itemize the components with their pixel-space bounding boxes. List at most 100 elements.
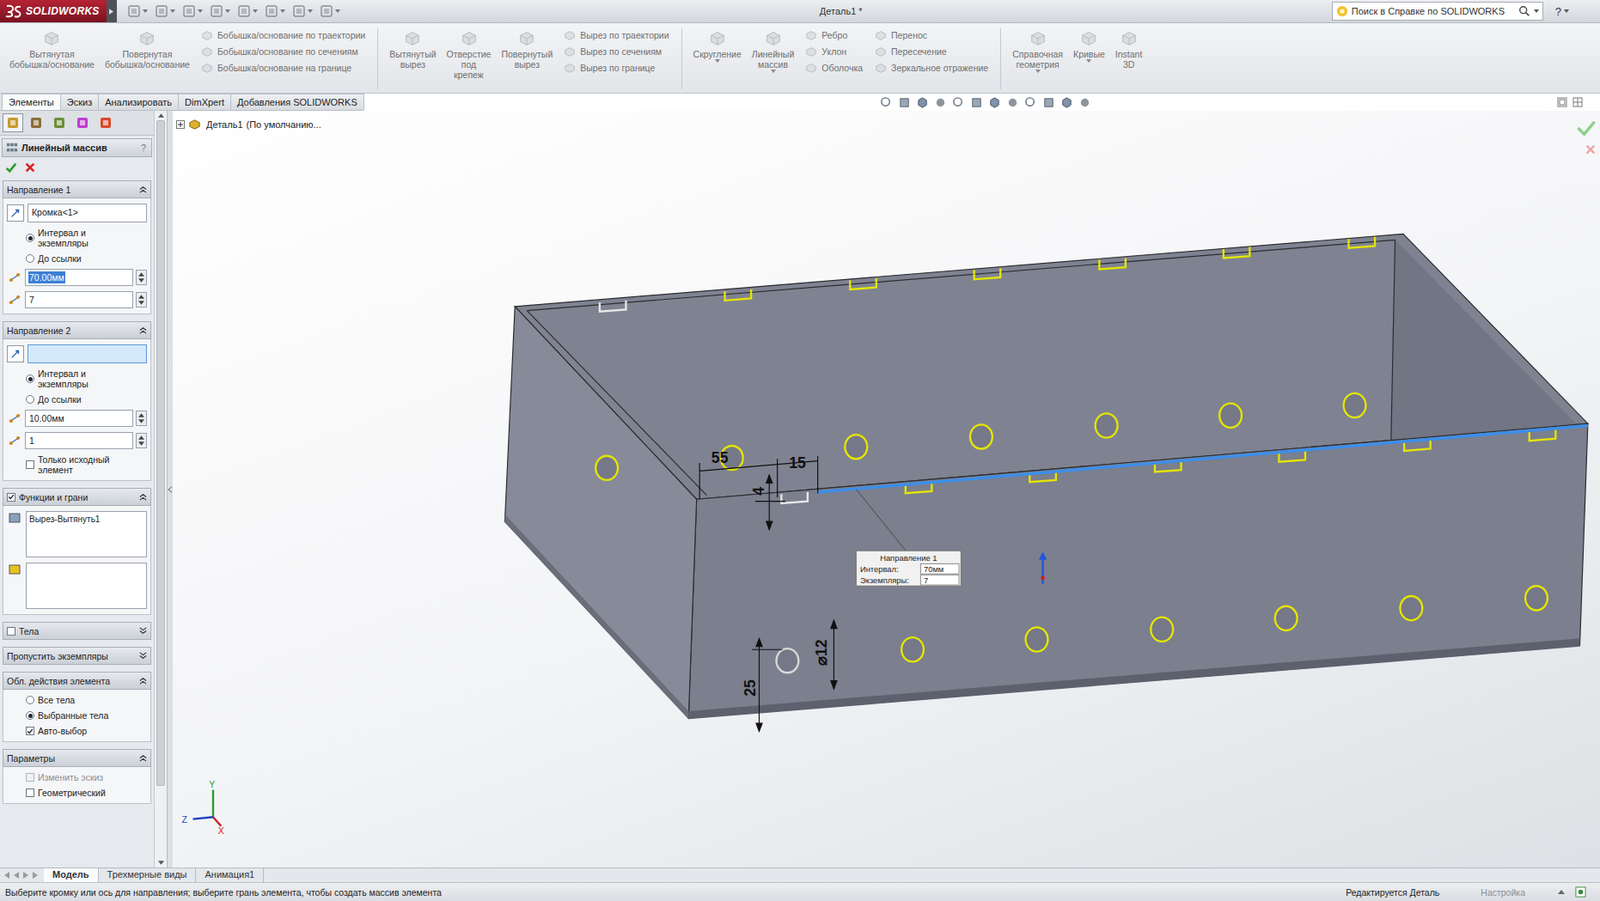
nav-arrow-icon[interactable] bbox=[31, 872, 39, 880]
ribbon-button[interactable]: Вытянутаябобышка/основание bbox=[5, 26, 99, 92]
checkbox-row[interactable]: Изменить эскиз bbox=[6, 772, 147, 783]
number-field[interactable]: 10.00мм bbox=[24, 409, 134, 428]
radio-button[interactable] bbox=[25, 374, 35, 384]
help-button[interactable]: ? bbox=[1550, 5, 1600, 19]
hole[interactable] bbox=[775, 648, 799, 673]
section-header[interactable]: Направление 1 bbox=[2, 180, 152, 199]
selected-edge[interactable] bbox=[818, 425, 1588, 493]
checkbox[interactable] bbox=[25, 788, 35, 798]
quick-access-button[interactable] bbox=[237, 4, 258, 19]
ribbon-small-button[interactable]: Перенос bbox=[874, 29, 989, 42]
help-search[interactable]: Поиск в Справке по SOLIDWORKS bbox=[1331, 1, 1544, 21]
nav-arrow-icon[interactable] bbox=[3, 872, 11, 880]
radio-row[interactable]: Выбранные тела bbox=[6, 710, 147, 721]
cancel-x-icon[interactable] bbox=[1584, 143, 1597, 156]
ribbon-small-button[interactable]: Вырез по траектории bbox=[563, 29, 669, 42]
section-header[interactable]: Направление 2 bbox=[2, 321, 152, 340]
box-part[interactable] bbox=[504, 233, 1588, 720]
expand-icon[interactable] bbox=[176, 120, 185, 129]
direction-button[interactable] bbox=[6, 204, 25, 222]
feature-tree-flyout[interactable]: Деталь1(По умолчанию... bbox=[176, 117, 322, 131]
quick-access-button[interactable] bbox=[182, 4, 203, 19]
quick-access-button[interactable] bbox=[209, 4, 231, 19]
dimension[interactable]: 25 bbox=[741, 679, 759, 697]
section-checkbox[interactable] bbox=[6, 627, 16, 636]
manager-tab[interactable] bbox=[25, 113, 47, 133]
ribbon-small-button[interactable]: Оболочка bbox=[805, 61, 863, 74]
model-tab[interactable]: Трехмерные виды bbox=[98, 868, 197, 883]
view-button[interactable] bbox=[1042, 96, 1056, 110]
checkbox-row[interactable]: Геометрический bbox=[6, 787, 147, 799]
radio-button[interactable] bbox=[25, 696, 35, 705]
hole[interactable] bbox=[1343, 393, 1367, 418]
manager-tab[interactable] bbox=[72, 113, 93, 133]
checkbox[interactable] bbox=[25, 460, 35, 470]
ribbon-button[interactable]: Повернутаябобышка/основание bbox=[100, 26, 195, 92]
slot[interactable] bbox=[599, 300, 627, 312]
hole[interactable] bbox=[1399, 596, 1423, 621]
spin-buttons[interactable] bbox=[135, 269, 147, 286]
view-button[interactable] bbox=[988, 96, 1002, 110]
radio-row[interactable]: Интервал и экземпляры bbox=[6, 227, 147, 249]
manager-tab[interactable] bbox=[95, 113, 117, 133]
selection-box[interactable] bbox=[27, 344, 147, 364]
view-button[interactable] bbox=[879, 96, 893, 110]
pattern-callout[interactable]: Направление 1Интервал:70ммЭкземпляры:7 bbox=[855, 550, 961, 587]
ribbon-small-button[interactable]: Бобышка/основание по траектории bbox=[201, 29, 366, 42]
window-split-icon[interactable] bbox=[1572, 97, 1583, 108]
slot[interactable] bbox=[1348, 237, 1375, 249]
ribbon-button[interactable]: Instant3D bbox=[1111, 26, 1148, 92]
hole[interactable] bbox=[1275, 606, 1298, 631]
nav-arrow-icon[interactable] bbox=[22, 872, 30, 880]
radio-button[interactable] bbox=[25, 254, 35, 263]
ribbon-small-button[interactable]: Пересечение bbox=[874, 45, 989, 58]
ok-check-icon[interactable] bbox=[5, 161, 18, 174]
solidworks-logo[interactable]: SOLIDWORKS bbox=[0, 0, 107, 23]
hole[interactable] bbox=[901, 637, 924, 662]
hole[interactable] bbox=[1150, 617, 1173, 642]
radio-row[interactable]: До ссылки bbox=[6, 394, 147, 405]
hole[interactable] bbox=[595, 456, 618, 481]
radio-row[interactable]: Интервал и экземпляры bbox=[6, 368, 147, 390]
ribbon-small-button[interactable]: Бобышка/основание на границе bbox=[201, 61, 366, 74]
selection-list[interactable] bbox=[25, 562, 147, 610]
window-tile-icon[interactable] bbox=[1557, 97, 1568, 108]
nav-arrow-icon[interactable] bbox=[12, 872, 20, 880]
ribbon-button[interactable]: Справочнаягеометрия bbox=[1007, 26, 1068, 92]
view-button[interactable] bbox=[1078, 96, 1092, 110]
ok-check-icon[interactable] bbox=[1575, 119, 1597, 137]
slot[interactable] bbox=[1223, 247, 1251, 259]
hole[interactable] bbox=[844, 434, 868, 459]
ribbon-small-button[interactable]: Уклон bbox=[805, 45, 863, 58]
quick-access-button[interactable] bbox=[127, 4, 148, 19]
ribbon-button[interactable]: Скругление bbox=[689, 26, 746, 92]
direction-button[interactable] bbox=[6, 345, 25, 363]
ribbon-small-button[interactable]: Вырез по сечениям bbox=[563, 45, 669, 58]
menu-arrow[interactable] bbox=[106, 0, 117, 23]
number-field[interactable]: 1 bbox=[24, 432, 134, 450]
slot[interactable] bbox=[974, 268, 1002, 280]
radio-row[interactable]: Все тела bbox=[6, 695, 147, 706]
dimension[interactable]: 55 bbox=[711, 449, 729, 467]
tab[interactable]: Добавления SOLIDWORKS bbox=[230, 93, 365, 110]
quick-access-button[interactable] bbox=[319, 4, 341, 19]
slot[interactable] bbox=[725, 289, 752, 301]
tab[interactable]: Анализировать bbox=[97, 93, 179, 110]
checkbox-row[interactable]: Только исходный элемент bbox=[6, 454, 147, 476]
help-icon[interactable] bbox=[1575, 886, 1587, 898]
manager-tab[interactable] bbox=[2, 113, 24, 133]
radio-row[interactable]: До ссылки bbox=[6, 253, 147, 264]
quick-access-button[interactable] bbox=[264, 4, 286, 19]
dimension[interactable]: 15 bbox=[788, 454, 807, 472]
number-field[interactable]: 70.00мм bbox=[24, 268, 134, 287]
section-header[interactable]: Параметры bbox=[2, 749, 152, 768]
hole[interactable] bbox=[1525, 586, 1548, 611]
radio-button[interactable] bbox=[25, 233, 35, 243]
help-button[interactable]: ? bbox=[140, 142, 148, 153]
quick-access-button[interactable] bbox=[154, 4, 176, 19]
radio-button[interactable] bbox=[25, 711, 35, 721]
cancel-x-icon[interactable] bbox=[24, 161, 37, 174]
view-button[interactable] bbox=[1060, 96, 1074, 110]
checkbox-row[interactable]: Авто-выбор bbox=[6, 726, 147, 737]
ribbon-small-button[interactable]: Бобышка/основание по сечениям bbox=[201, 45, 366, 58]
